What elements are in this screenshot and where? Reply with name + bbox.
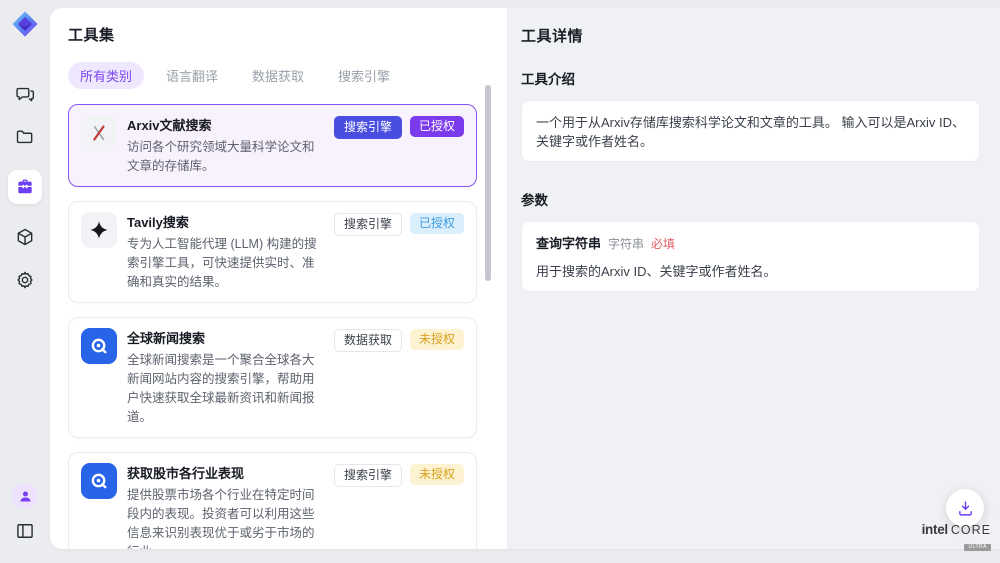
tool-card-description: 访问各个研究领域大量科学论文和文章的存储库。: [127, 138, 318, 176]
tool-card-title: Tavily搜索: [127, 212, 318, 231]
sidebar-item-settings[interactable]: [15, 270, 35, 290]
main-panel: 工具集 所有类别语言翻译数据获取搜索引擎 Arxiv文献搜索访问各个研究领域大量…: [50, 8, 1000, 549]
param-header-row: 查询字符串 字符串 必填: [536, 233, 965, 252]
tool-card[interactable]: 全球新闻搜索全球新闻搜索是一个聚合全球各大新闻网站内容的搜索引擎，帮助用户快速获…: [68, 317, 477, 438]
category-tabs: 所有类别语言翻译数据获取搜索引擎: [68, 62, 507, 89]
category-badge: 搜索引擎: [334, 116, 402, 139]
sidebar-bottom: [12, 483, 38, 563]
chat-icon: [15, 84, 35, 104]
tools-list-pane: 工具集 所有类别语言翻译数据获取搜索引擎 Arxiv文献搜索访问各个研究领域大量…: [50, 8, 507, 549]
tool-card-list: Arxiv文献搜索访问各个研究领域大量科学论文和文章的存储库。搜索引擎已授权Ta…: [68, 104, 477, 549]
param-type: 字符串: [608, 235, 644, 252]
param-description: 用于搜索的Arxiv ID、关键字或作者姓名。: [536, 261, 965, 280]
tool-card-body: 全球新闻搜索全球新闻搜索是一个聚合全球各大新闻网站内容的搜索引擎，帮助用户快速获…: [127, 328, 324, 427]
category-badge: 搜索引擎: [334, 464, 402, 487]
cube-icon: [15, 227, 35, 247]
intel-ultra-badge: ULTRA: [964, 544, 991, 551]
tool-card-title: 获取股市各行业表现: [127, 463, 318, 482]
intel-core-text: CORE: [951, 523, 991, 537]
download-icon: [957, 500, 974, 517]
intro-heading: 工具介绍: [521, 68, 980, 88]
tool-card-body: Tavily搜索专为人工智能代理 (LLM) 构建的搜索引擎工具，可快速提供实时…: [127, 212, 324, 292]
sidebar-toggle[interactable]: [15, 521, 35, 541]
tool-card[interactable]: 获取股市各行业表现提供股票市场各个行业在特定时间段内的表现。投资者可以利用这些信…: [68, 452, 477, 549]
params-heading: 参数: [521, 189, 980, 209]
arxiv-icon: [81, 115, 117, 151]
tab-category-0[interactable]: 所有类别: [68, 62, 144, 89]
sidebar-nav: [8, 84, 42, 290]
folder-icon: [15, 127, 35, 147]
page-title: 工具集: [68, 24, 507, 45]
sidebar-item-models[interactable]: [15, 227, 35, 247]
param-box: 查询字符串 字符串 必填 用于搜索的Arxiv ID、关键字或作者姓名。: [521, 221, 980, 292]
sidebar-item-tools[interactable]: [8, 170, 42, 204]
toolbox-icon: [15, 177, 35, 197]
auth-status-badge: 未授权: [410, 329, 464, 350]
tab-category-3[interactable]: 搜索引擎: [326, 62, 402, 89]
tool-card-title: Arxiv文献搜索: [127, 115, 318, 134]
tool-card[interactable]: Tavily搜索专为人工智能代理 (LLM) 构建的搜索引擎工具，可快速提供实时…: [68, 201, 477, 303]
tool-card-badges: 搜索引擎未授权: [334, 463, 464, 549]
sidebar: [0, 0, 50, 563]
q-blue-icon: [81, 463, 117, 499]
tool-detail-pane: 工具详情 工具介绍 一个用于从Arxiv存储库搜索科学论文和文章的工具。 输入可…: [507, 8, 1000, 549]
auth-status-badge: 已授权: [410, 116, 464, 137]
tool-card-badges: 数据获取未授权: [334, 328, 464, 427]
param-required-flag: 必填: [651, 235, 675, 252]
tool-card-body: Arxiv文献搜索访问各个研究领域大量科学论文和文章的存储库。: [127, 115, 324, 176]
gear-icon: [15, 270, 35, 290]
app-logo-icon: [11, 10, 39, 38]
param-name: 查询字符串: [536, 233, 601, 252]
intel-brand-text: intel: [922, 522, 948, 537]
user-icon: [18, 489, 33, 504]
tool-card-title: 全球新闻搜索: [127, 328, 318, 347]
tool-card[interactable]: Arxiv文献搜索访问各个研究领域大量科学论文和文章的存储库。搜索引擎已授权: [68, 104, 477, 187]
user-avatar[interactable]: [12, 483, 38, 509]
tool-card-body: 获取股市各行业表现提供股票市场各个行业在特定时间段内的表现。投资者可以利用这些信…: [127, 463, 324, 549]
sidebar-item-chat[interactable]: [15, 84, 35, 104]
sparkle-icon: [81, 212, 117, 248]
tool-card-badges: 搜索引擎已授权: [334, 212, 464, 292]
sidebar-item-files[interactable]: [15, 127, 35, 147]
auth-status-badge: 已授权: [410, 213, 464, 234]
detail-title: 工具详情: [521, 25, 980, 46]
layout-panel-icon: [15, 521, 35, 541]
tab-category-2[interactable]: 数据获取: [240, 62, 316, 89]
tab-category-1[interactable]: 语言翻译: [154, 62, 230, 89]
intro-text: 一个用于从Arxiv存储库搜索科学论文和文章的工具。 输入可以是Arxiv ID…: [536, 115, 965, 149]
download-button[interactable]: [946, 489, 984, 527]
scrollbar-thumb[interactable]: [485, 85, 491, 281]
category-badge: 数据获取: [334, 329, 402, 352]
category-badge: 搜索引擎: [334, 213, 402, 236]
tool-card-description: 全球新闻搜索是一个聚合全球各大新闻网站内容的搜索引擎，帮助用户快速获取全球最新资…: [127, 351, 318, 427]
tool-card-badges: 搜索引擎已授权: [334, 115, 464, 176]
tool-card-description: 提供股票市场各个行业在特定时间段内的表现。投资者可以利用这些信息来识别表现优于或…: [127, 486, 318, 549]
intro-text-box: 一个用于从Arxiv存储库搜索科学论文和文章的工具。 输入可以是Arxiv ID…: [521, 100, 980, 162]
q-blue-icon: [81, 328, 117, 364]
auth-status-badge: 未授权: [410, 464, 464, 485]
tool-card-description: 专为人工智能代理 (LLM) 构建的搜索引擎工具，可快速提供实时、准确和真实的结…: [127, 235, 318, 292]
intel-core-logo: intelCORE ULTRA: [922, 523, 991, 553]
